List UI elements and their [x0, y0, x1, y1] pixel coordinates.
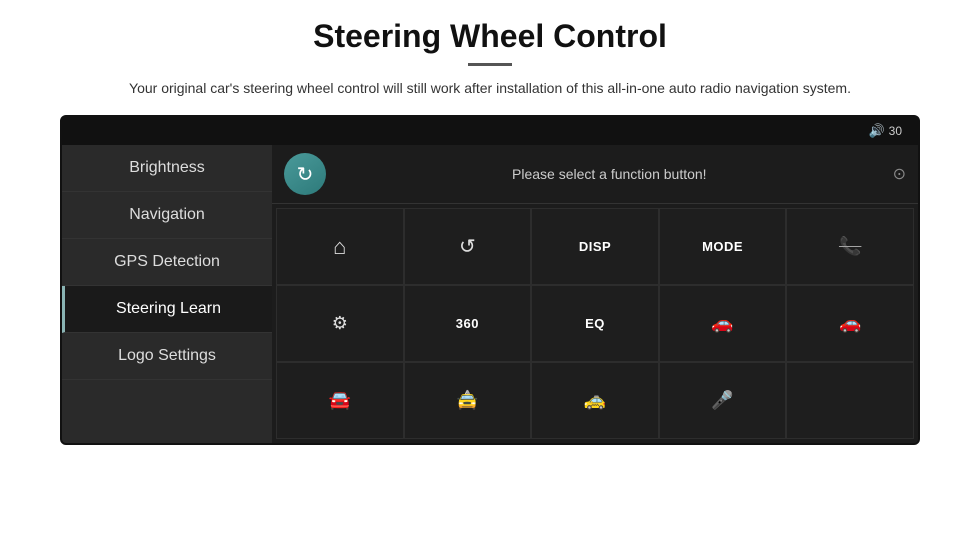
sidebar-item-navigation[interactable]: Navigation — [62, 192, 272, 239]
device-screen: 🔊 30 Brightness Navigation GPS Detection… — [60, 115, 920, 445]
page-subtitle: Your original car's steering wheel contr… — [129, 78, 851, 99]
phone-mute-button[interactable]: 📞 — [786, 208, 914, 285]
sidebar: Brightness Navigation GPS Detection Stee… — [62, 145, 272, 443]
car-back-icon: 🚕 — [584, 390, 606, 411]
title-divider — [468, 63, 512, 66]
button-grid: ⌂ ↺ DISP MODE 📞 ⚙ — [272, 204, 918, 443]
empty-cell — [786, 362, 914, 439]
eq-label: EQ — [585, 316, 605, 331]
cam2-icon: 🚗 — [839, 313, 861, 334]
eq-button[interactable]: EQ — [531, 285, 659, 362]
phone-mute-icon: 📞 — [839, 236, 861, 257]
speaker-icon: 🔊 — [868, 123, 884, 139]
cam2-button[interactable]: 🚗 — [786, 285, 914, 362]
top-bar: 🔊 30 — [62, 117, 918, 145]
refresh-button[interactable]: ↻ — [284, 153, 326, 195]
mode-button[interactable]: MODE — [659, 208, 787, 285]
function-header: ↻ Please select a function button! ⊙ — [272, 145, 918, 204]
mic-icon: 🎤 — [711, 390, 733, 411]
refresh-icon: ↻ — [297, 162, 314, 187]
car-front-icon: 🚘 — [329, 390, 351, 411]
disp-button[interactable]: DISP — [531, 208, 659, 285]
360-label: 360 — [456, 316, 479, 331]
cam1-button[interactable]: 🚗 — [659, 285, 787, 362]
sidebar-item-steering-learn[interactable]: Steering Learn — [62, 286, 272, 333]
mic-button[interactable]: 🎤 — [659, 362, 787, 439]
back-icon: ↺ — [459, 234, 476, 259]
back-button[interactable]: ↺ — [404, 208, 532, 285]
cam1-icon: 🚗 — [711, 313, 733, 334]
360-button[interactable]: 360 — [404, 285, 532, 362]
right-panel: ↻ Please select a function button! ⊙ ⌂ ↺ — [272, 145, 918, 443]
home-icon: ⌂ — [333, 234, 346, 260]
car-back-button[interactable]: 🚕 — [531, 362, 659, 439]
settings-icon: ⊙ — [893, 164, 906, 184]
car-side-button[interactable]: 🚖 — [404, 362, 532, 439]
tune-icon: ⚙ — [332, 313, 348, 334]
disp-label: DISP — [579, 239, 611, 254]
function-prompt: Please select a function button! — [338, 166, 881, 182]
car-front-button[interactable]: 🚘 — [276, 362, 404, 439]
sidebar-item-logo-settings[interactable]: Logo Settings — [62, 333, 272, 380]
sidebar-item-brightness[interactable]: Brightness — [62, 145, 272, 192]
tune-button[interactable]: ⚙ — [276, 285, 404, 362]
mode-label: MODE — [702, 239, 743, 254]
volume-level: 30 — [889, 124, 902, 138]
sidebar-item-gps-detection[interactable]: GPS Detection — [62, 239, 272, 286]
page-title: Steering Wheel Control — [313, 18, 667, 55]
volume-indicator: 🔊 30 — [868, 123, 902, 139]
home-button[interactable]: ⌂ — [276, 208, 404, 285]
car-side-icon: 🚖 — [456, 390, 478, 411]
main-area: Brightness Navigation GPS Detection Stee… — [62, 145, 918, 443]
